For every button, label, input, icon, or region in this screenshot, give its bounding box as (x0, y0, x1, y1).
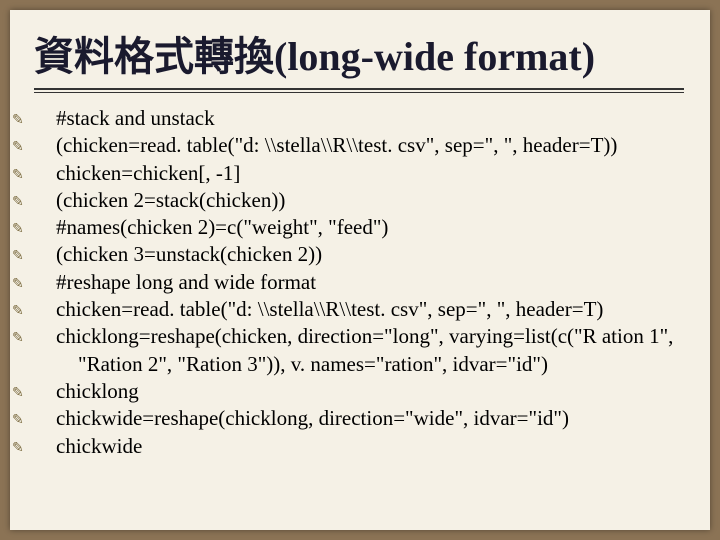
bullet-icon: ✎ (34, 276, 48, 294)
code-text: (chicken 2=stack(chicken)) (56, 188, 285, 212)
divider-thick (34, 88, 684, 90)
code-text: (chicken 3=unstack(chicken 2)) (56, 242, 322, 266)
bullet-icon: ✎ (34, 248, 48, 266)
code-line: ✎chickwide (56, 433, 686, 460)
code-line: ✎#reshape long and wide format (56, 269, 686, 296)
bullet-icon: ✎ (34, 139, 48, 157)
code-text: chickwide=reshape(chicklong, direction="… (56, 406, 569, 430)
slide: 資料格式轉換(long-wide format) ✎#stack and uns… (10, 10, 710, 530)
code-text: #stack and unstack (56, 106, 215, 130)
bullet-icon: ✎ (34, 330, 48, 348)
code-text: chicklong (56, 379, 139, 403)
code-text: chicken=chicken[, -1] (56, 161, 240, 185)
bullet-icon: ✎ (34, 412, 48, 430)
code-line: ✎(chicken 2=stack(chicken)) (56, 187, 686, 214)
code-text: #reshape long and wide format (56, 270, 316, 294)
code-line: ✎chickwide=reshape(chicklong, direction=… (56, 405, 686, 432)
code-line: ✎#names(chicken 2)=c("weight", "feed") (56, 214, 686, 241)
code-line: ✎#stack and unstack (56, 105, 686, 132)
code-line: ✎(chicken 3=unstack(chicken 2)) (56, 241, 686, 268)
divider-thin (34, 92, 684, 93)
code-text: chickwide (56, 434, 142, 458)
code-text: chicken=read. table("d: \\stella\\R\\tes… (56, 297, 603, 321)
code-text: chicklong=reshape(chicken, direction="lo… (56, 324, 673, 375)
code-text: (chicken=read. table("d: \\stella\\R\\te… (56, 133, 617, 157)
bullet-icon: ✎ (34, 167, 48, 185)
code-line: ✎chicken=chicken[, -1] (56, 160, 686, 187)
bullet-icon: ✎ (34, 194, 48, 212)
bullet-icon: ✎ (34, 221, 48, 239)
bullet-icon: ✎ (34, 385, 48, 403)
slide-title: 資料格式轉換(long-wide format) (34, 24, 686, 82)
code-line: ✎chicklong (56, 378, 686, 405)
code-line: ✎chicklong=reshape(chicken, direction="l… (56, 323, 686, 378)
code-text: #names(chicken 2)=c("weight", "feed") (56, 215, 388, 239)
bullet-icon: ✎ (34, 440, 48, 458)
code-body: ✎#stack and unstack ✎(chicken=read. tabl… (34, 105, 686, 460)
bullet-icon: ✎ (34, 303, 48, 321)
code-line: ✎chicken=read. table("d: \\stella\\R\\te… (56, 296, 686, 323)
code-line: ✎(chicken=read. table("d: \\stella\\R\\t… (56, 132, 686, 159)
bullet-icon: ✎ (34, 112, 48, 130)
